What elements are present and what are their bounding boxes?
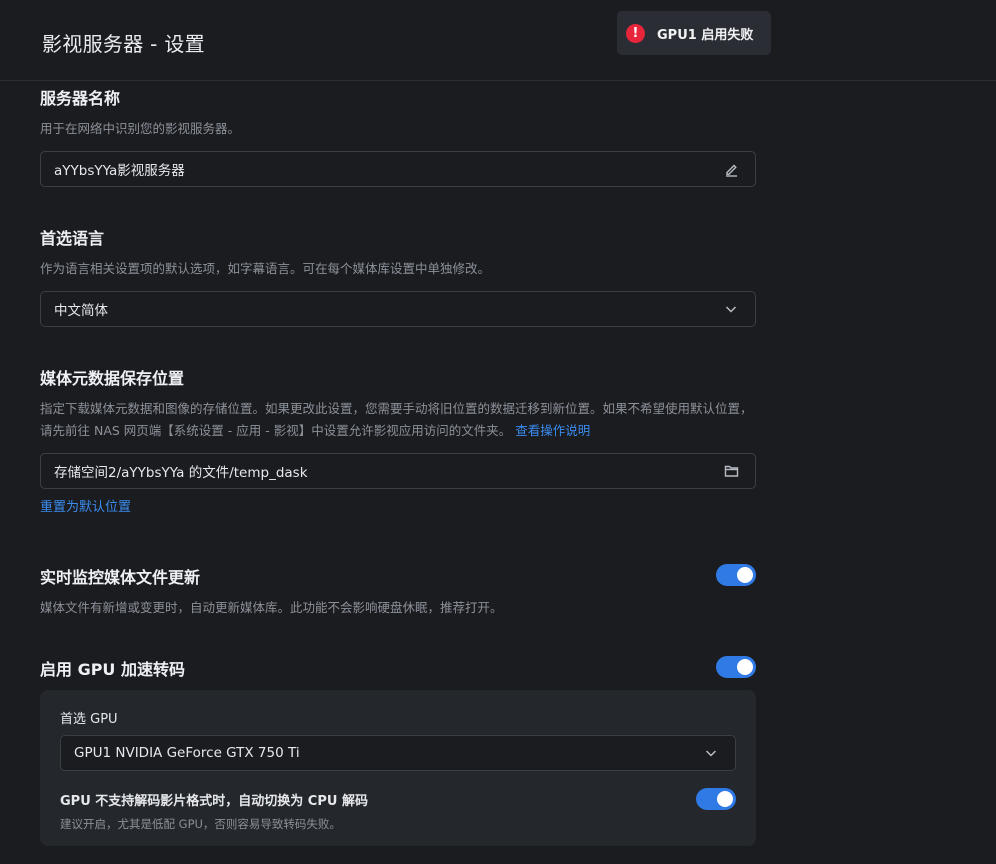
header: 影视服务器 - 设置 ! GPU1 启用失败 [0,0,996,81]
monitor-description: 媒体文件有新增或变更时，自动更新媒体库。此功能不会影响硬盘休眠，推荐打开。 [40,600,503,615]
preferred-gpu-value: GPU1 NVIDIA GeForce GTX 750 Ti [74,745,300,761]
server-name-value[interactable]: aYYbsYYa影视服务器 [54,159,185,179]
toggle-knob [717,791,733,807]
toggle-knob [737,659,753,675]
metadata-description-text: 指定下载媒体元数据和图像的存储位置。如果更改此设置，您需要手动将旧位置的数据迁移… [40,401,753,438]
cpu-fallback-toggle[interactable] [696,788,736,810]
cpu-fallback-label: GPU 不支持解码影片格式时，自动切换为 CPU 解码 [60,794,368,809]
toggle-knob [737,567,753,583]
page-title: 影视服务器 - 设置 [42,32,205,56]
error-icon: ! [626,23,645,43]
gpu-title: 启用 GPU 加速转码 [40,660,185,679]
language-title: 首选语言 [40,229,105,248]
chevron-down-icon [703,745,719,761]
preferred-gpu-label: 首选 GPU [60,712,118,727]
metadata-title: 媒体元数据保存位置 [40,369,185,388]
monitor-toggle[interactable] [716,564,756,586]
reset-default-link[interactable]: 重置为默认位置 [40,497,131,519]
language-value: 中文简体 [54,303,108,319]
gpu-toggle[interactable] [716,656,756,678]
metadata-path-field[interactable]: 存储空间2/aYYbsYYa 的文件/temp_dask [40,453,756,489]
chevron-down-icon [723,301,739,317]
monitor-title: 实时监控媒体文件更新 [40,568,201,587]
server-name-title: 服务器名称 [40,89,121,108]
metadata-description: 指定下载媒体元数据和图像的存储位置。如果更改此设置，您需要手动将旧位置的数据迁移… [40,398,756,442]
error-toast: ! GPU1 启用失败 [617,11,771,55]
language-select[interactable]: 中文简体 [40,291,756,327]
gpu-settings-panel: 首选 GPU GPU1 NVIDIA GeForce GTX 750 Ti GP… [40,690,756,846]
server-name-field[interactable]: aYYbsYYa影视服务器 [40,151,756,187]
folder-icon[interactable] [723,463,739,479]
server-name-description: 用于在网络中识别您的影视服务器。 [40,121,241,136]
metadata-path-value: 存储空间2/aYYbsYYa 的文件/temp_dask [54,465,308,481]
language-description: 作为语言相关设置项的默认选项，如字幕语言。可在每个媒体库设置中单独修改。 [40,261,491,276]
edit-icon[interactable] [723,161,739,177]
toast-message: GPU1 启用失败 [657,27,754,43]
preferred-gpu-select[interactable]: GPU1 NVIDIA GeForce GTX 750 Ti [60,735,736,771]
help-link[interactable]: 查看操作说明 [515,423,590,438]
cpu-fallback-description: 建议开启，尤其是低配 GPU，否则容易导致转码失败。 [60,817,341,831]
